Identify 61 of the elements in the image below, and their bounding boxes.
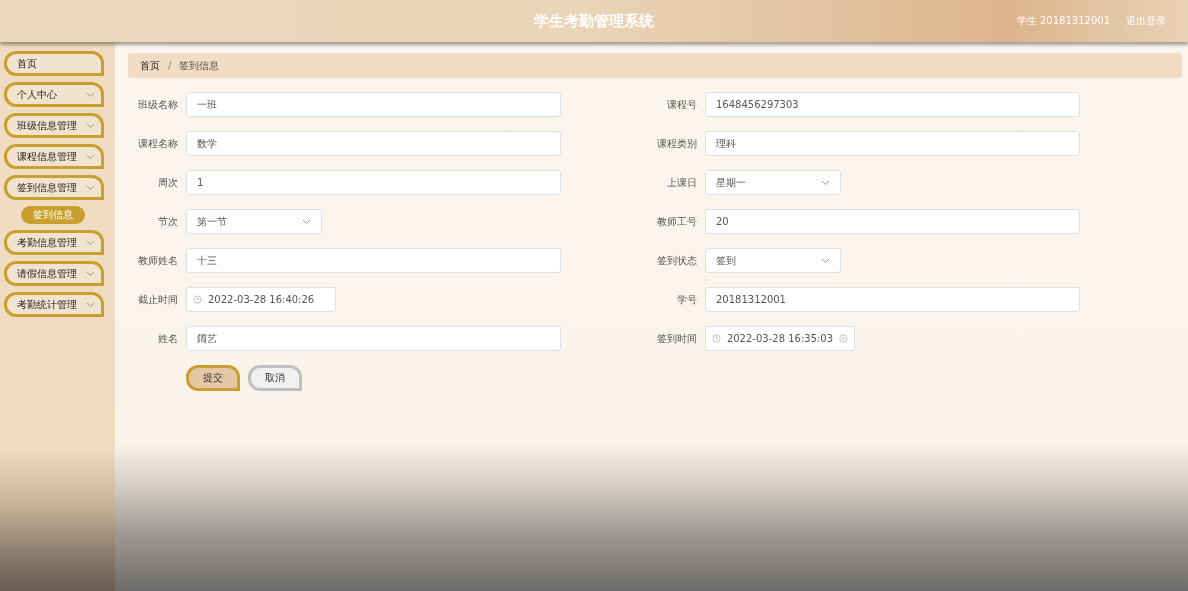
text-field[interactable]: 20181312001 <box>705 287 1080 312</box>
field-label: 学号 <box>676 292 697 307</box>
field-label: 课程号 <box>666 97 697 112</box>
chevron-down-icon <box>302 218 311 225</box>
select-value: 签到 <box>716 253 736 268</box>
chevron-down-icon <box>86 153 95 160</box>
breadcrumb-link[interactable]: 签到信息 <box>179 58 220 73</box>
menu-item[interactable]: 考勤统计管理 <box>4 292 104 317</box>
text-field[interactable]: 数学 <box>186 131 561 156</box>
text-field[interactable]: 十三 <box>186 248 561 273</box>
field-label: 班级名称 <box>137 97 178 112</box>
menu-item[interactable]: 首页 <box>4 51 104 76</box>
chevron-down-icon <box>821 179 830 186</box>
field-label: 截止时间 <box>137 292 178 307</box>
field-label: 教师工号 <box>656 214 697 229</box>
field-label: 课程名称 <box>137 136 178 151</box>
submit-button[interactable]: 提交 <box>186 365 240 391</box>
menu-item[interactable]: 班级信息管理 <box>4 113 104 138</box>
datetime-value: 2022-03-28 16:35:03 <box>726 333 834 344</box>
menu-item[interactable]: 考勤信息管理 <box>4 230 104 255</box>
menu-item[interactable]: 课程信息管理 <box>4 144 104 169</box>
datetime-value: 2022-03-28 16:40:26 <box>208 294 316 305</box>
datetime-field[interactable]: 2022-03-28 16:40:26 <box>186 287 336 312</box>
cancel-button[interactable]: 取消 <box>248 365 302 391</box>
user-label: 学生 20181312001 <box>1016 14 1110 28</box>
chevron-down-icon <box>86 122 95 129</box>
field-label: 签到时间 <box>656 331 697 346</box>
field-label: 上课日 <box>666 175 697 190</box>
text-field[interactable]: 阔艺 <box>186 326 561 351</box>
chevron-down-icon <box>86 270 95 277</box>
clock-icon <box>712 334 721 343</box>
field-label: 课程类别 <box>656 136 697 151</box>
select-field[interactable]: 第一节 <box>186 209 322 234</box>
menu-item[interactable]: 个人中心 <box>4 82 104 107</box>
select-value: 第一节 <box>197 214 227 229</box>
datetime-field[interactable]: 2022-03-28 16:35:03 <box>705 326 855 351</box>
clear-icon[interactable] <box>839 334 848 343</box>
field-label: 周次 <box>157 175 178 190</box>
select-field[interactable]: 签到 <box>705 248 841 273</box>
chevron-down-icon <box>86 301 95 308</box>
clock-icon <box>193 295 202 304</box>
chevron-down-icon <box>86 184 95 191</box>
select-field[interactable]: 星期一 <box>705 170 841 195</box>
chevron-down-icon <box>821 257 830 264</box>
breadcrumb-link[interactable]: 首页 <box>140 58 160 73</box>
field-label: 节次 <box>157 214 178 229</box>
chevron-down-icon <box>86 239 95 246</box>
menu-item[interactable]: 请假信息管理 <box>4 261 104 286</box>
field-label: 签到状态 <box>656 253 697 268</box>
select-value: 星期一 <box>716 175 746 190</box>
chevron-down-icon <box>86 91 95 98</box>
text-field[interactable]: 理科 <box>705 131 1080 156</box>
app-title: 学生考勤管理系统 <box>534 11 654 31</box>
breadcrumb-separator: / <box>168 60 172 71</box>
text-field[interactable]: 20 <box>705 209 1080 234</box>
text-field[interactable]: 1648456297303 <box>705 92 1080 117</box>
text-field[interactable]: 1 <box>186 170 561 195</box>
field-label: 姓名 <box>157 331 178 346</box>
menu-item[interactable]: 签到信息管理 <box>4 175 104 200</box>
text-field[interactable]: 一班 <box>186 92 561 117</box>
field-label: 教师姓名 <box>137 253 178 268</box>
